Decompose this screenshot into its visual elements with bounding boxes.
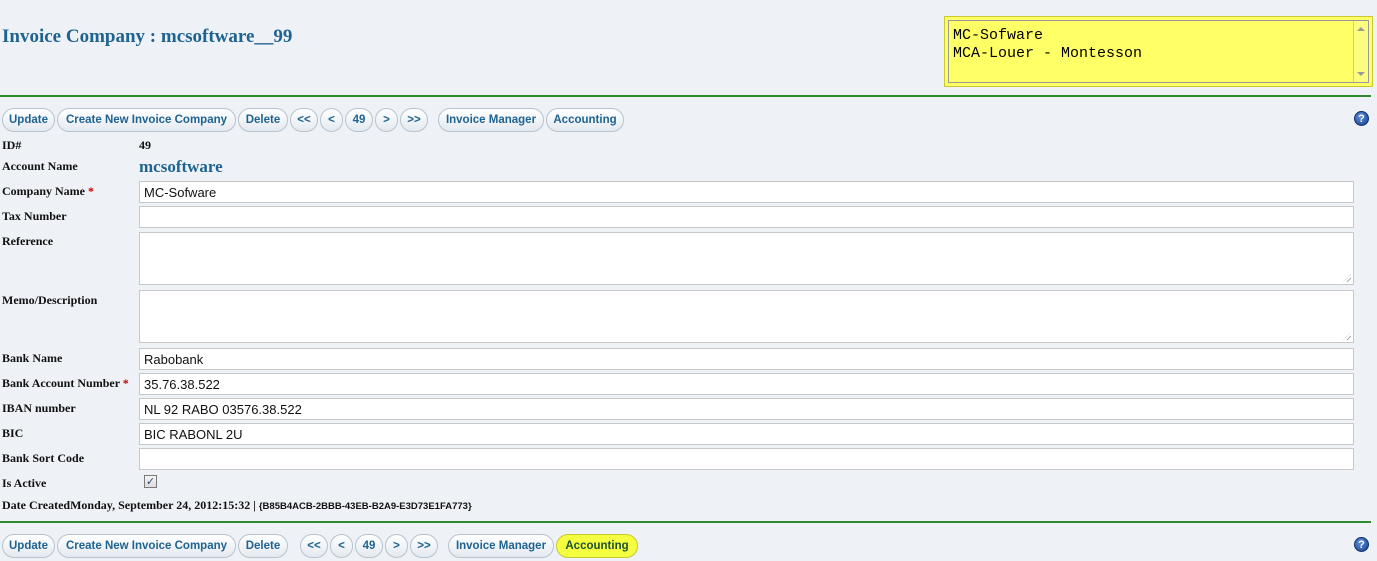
date-created-value: Monday, September 24, 2012:15:32 [70,498,251,512]
next-record-button[interactable]: > [385,534,408,558]
bank-account-number-label-text: Bank Account Number [2,376,120,390]
bank-sort-code-input[interactable] [139,448,1354,470]
create-invoice-company-button[interactable]: Create New Invoice Company [57,534,236,558]
bank-account-number-input[interactable]: 35.76.38.522 [139,373,1354,395]
iban-label: IBAN number [2,401,76,415]
next-record-button[interactable]: > [375,108,398,132]
memo-description-label: Memo/Description [2,293,98,307]
first-record-button[interactable]: << [300,534,328,558]
delete-button[interactable]: Delete [238,534,288,558]
resize-grip-icon[interactable] [1343,332,1351,340]
company-name-input[interactable]: MC-Sofware [139,181,1354,203]
record-number-button[interactable]: 49 [345,108,373,132]
summary-scrollbar[interactable] [1353,21,1368,82]
is-active-label: Is Active [2,476,47,490]
top-toolbar: Update Create New Invoice Company Delete… [2,108,1373,132]
checkmark-icon: ✓ [145,475,156,488]
bic-label: BIC [2,426,24,440]
scroll-up-icon[interactable] [1357,27,1365,31]
memo-description-textarea[interactable] [139,290,1354,343]
help-icon[interactable]: ? [1354,537,1369,552]
last-record-button[interactable]: >> [410,534,438,558]
account-name-label: Account Name [2,159,78,173]
reference-textarea[interactable] [139,232,1354,285]
summary-highlight-box: MC-Sofware MCA-Louer - Montesson [944,16,1373,87]
record-number-button[interactable]: 49 [355,534,383,558]
company-name-label: Company Name * [2,184,94,199]
record-guid: {B85B4ACB-2BBB-43EB-B2A9-E3D73E1FA773} [258,501,472,512]
scroll-down-icon[interactable] [1357,72,1365,76]
required-marker: * [88,184,94,198]
bottom-toolbar: Update Create New Invoice Company Delete… [2,534,1373,558]
bank-name-input[interactable]: Rabobank [139,348,1354,370]
iban-input[interactable]: NL 92 RABO 03576.38.522 [139,398,1354,420]
create-invoice-company-button[interactable]: Create New Invoice Company [57,108,236,132]
summary-listbox[interactable]: MC-Sofware MCA-Louer - Montesson [948,20,1369,83]
date-created-label: Date Created [2,498,71,512]
accounting-button[interactable]: Accounting [546,108,624,132]
bank-sort-code-label: Bank Sort Code [2,451,85,465]
page-title: Invoice Company : mcsoftware__99 [2,26,293,47]
summary-line-location: MCA-Louer - Montesson [953,45,1143,62]
bic-input[interactable]: BIC RABONL 2U [139,423,1354,445]
previous-record-button[interactable]: < [330,534,353,558]
update-button[interactable]: Update [2,108,55,132]
last-record-button[interactable]: >> [400,108,428,132]
footer-divider [0,521,1371,523]
invoice-manager-button[interactable]: Invoice Manager [448,534,554,558]
delete-button[interactable]: Delete [238,108,288,132]
date-created-line: Date CreatedMonday, September 24, 2012:1… [2,498,472,513]
id-label: ID# [2,138,22,152]
resize-grip-icon[interactable] [1343,274,1351,282]
account-name-value: mcsoftware [139,157,223,176]
separator: | [250,498,259,512]
reference-label: Reference [2,234,54,248]
update-button[interactable]: Update [2,534,55,558]
summary-line-company: MC-Sofware [953,27,1044,44]
invoice-manager-button[interactable]: Invoice Manager [438,108,544,132]
first-record-button[interactable]: << [290,108,318,132]
header-divider [0,95,1371,97]
accounting-button[interactable]: Accounting [556,534,638,558]
required-marker: * [122,376,129,390]
is-active-checkbox[interactable]: ✓ [144,475,157,488]
help-icon[interactable]: ? [1354,111,1369,126]
bank-account-number-label: Bank Account Number * [2,376,129,391]
tax-number-label: Tax Number [2,209,67,223]
id-value: 49 [139,138,151,152]
company-name-label-text: Company Name [2,184,85,198]
previous-record-button[interactable]: < [320,108,343,132]
tax-number-input[interactable] [139,206,1354,228]
bank-name-label: Bank Name [2,351,63,365]
